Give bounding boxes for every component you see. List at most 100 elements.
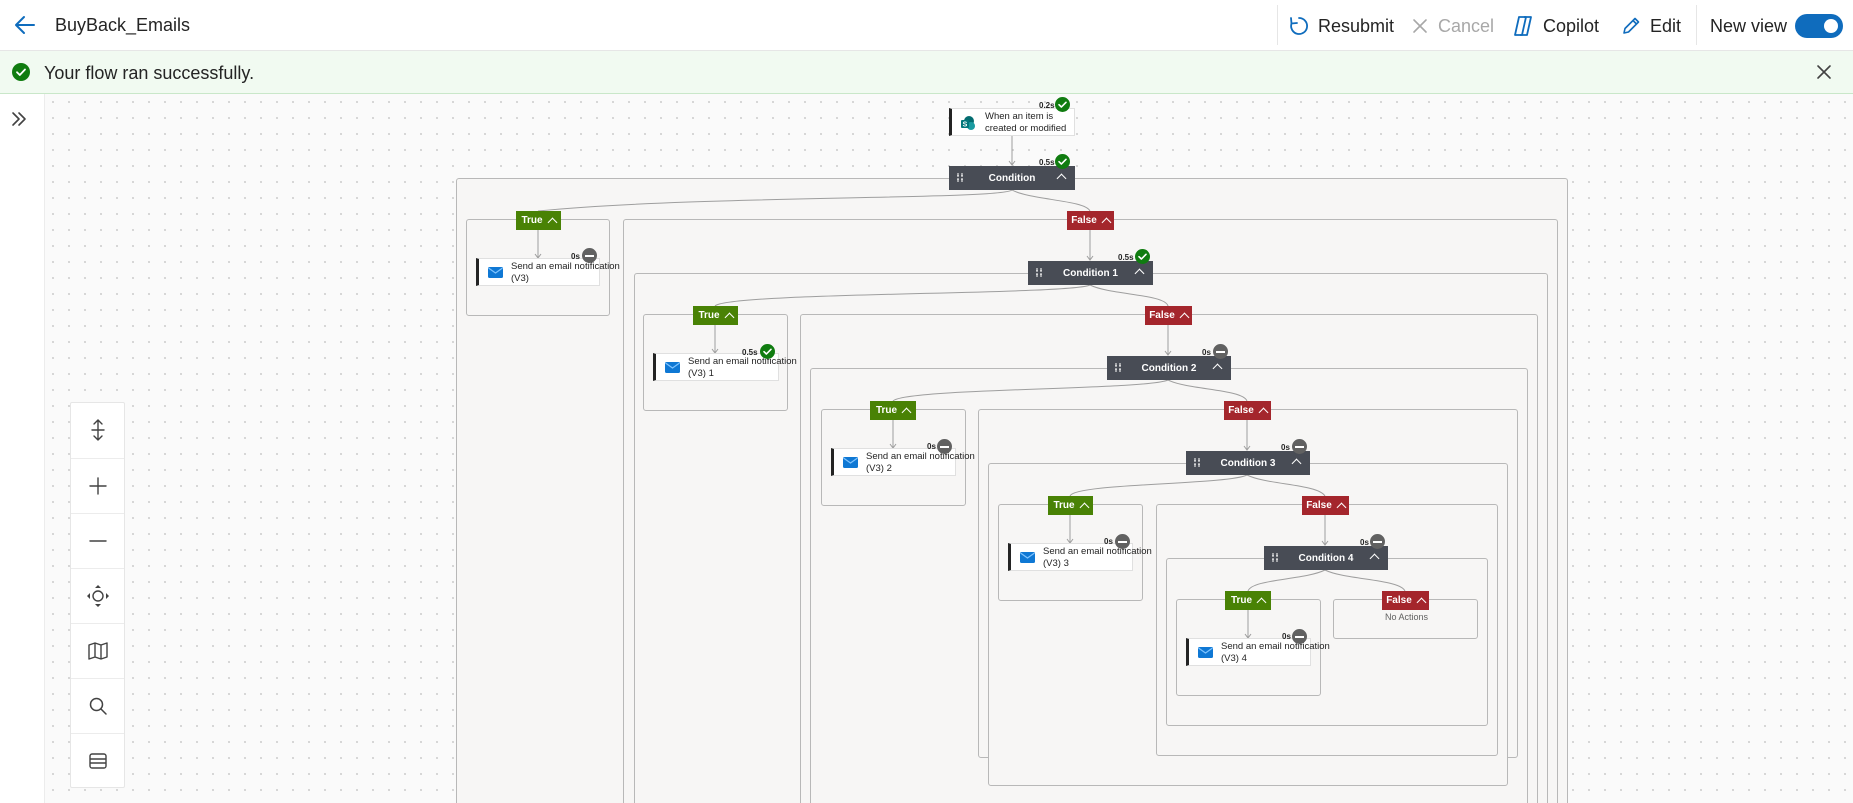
sharepoint-icon: S	[961, 116, 975, 130]
skipped-icon	[1115, 534, 1130, 549]
branch-false-label[interactable]: False	[1145, 306, 1192, 325]
cancel-button[interactable]: Cancel	[1410, 13, 1494, 39]
toolbar-divider	[1277, 5, 1278, 45]
trigger-label: When an item is created or modified	[985, 111, 1067, 134]
minimap-icon	[87, 642, 108, 660]
condition-2-duration: 0s	[1202, 348, 1211, 357]
succeeded-check-icon	[1055, 97, 1070, 112]
collapse-caret-icon	[1416, 597, 1427, 607]
collapse-caret-icon	[1256, 597, 1267, 607]
layers-icon	[88, 753, 107, 769]
branch-false-label[interactable]: False	[1067, 211, 1114, 230]
branch-false-text: False	[1071, 215, 1097, 226]
succeeded-check-icon	[1135, 249, 1150, 264]
toolbar-divider	[1696, 5, 1697, 45]
collapse-caret-icon	[901, 407, 912, 417]
outlook-mail-icon	[665, 362, 680, 373]
resubmit-icon	[1290, 17, 1308, 35]
branch-true-label[interactable]: True	[516, 211, 561, 230]
skipped-icon	[1292, 629, 1307, 644]
collapse-caret-icon	[1179, 312, 1190, 322]
email-action-card[interactable]: Send an email notification (V3) 3	[1008, 543, 1152, 571]
collapse-caret-icon	[1336, 502, 1347, 512]
collapse-caret-icon	[724, 312, 735, 322]
skipped-icon	[582, 248, 597, 263]
email-action-label: Send an email notification (V3) 4	[1221, 641, 1330, 664]
copilot-icon	[1514, 16, 1532, 36]
condition-1-block[interactable]: Condition 1	[1028, 261, 1153, 285]
layers-button[interactable]	[71, 733, 124, 788]
minimap-button[interactable]	[71, 623, 124, 678]
condition-2-block[interactable]: Condition 2	[1107, 356, 1231, 380]
top-bar: BuyBack_Emails Resubmit Cancel Copilot E…	[0, 0, 1853, 51]
branch-true-label[interactable]: True	[870, 401, 916, 420]
succeeded-check-icon	[1055, 154, 1070, 169]
condition-3-block[interactable]: Condition 3	[1186, 451, 1310, 475]
fit-view-icon	[86, 585, 109, 607]
toggle-knob	[1824, 19, 1838, 33]
fit-height-button[interactable]	[71, 403, 124, 457]
pencil-icon	[1623, 17, 1640, 34]
succeeded-check-icon	[760, 344, 775, 359]
side-panel	[0, 94, 45, 803]
email-action-card[interactable]: Send an email notification (V3) 4	[1186, 638, 1330, 666]
action-duration: 0s	[571, 252, 580, 261]
condition-4-block[interactable]: Condition 4	[1264, 546, 1388, 570]
outlook-mail-icon	[843, 457, 858, 468]
email-action-label: Send an email notification (V3) 2	[866, 451, 975, 474]
fit-view-button[interactable]	[71, 568, 124, 623]
fit-height-icon	[90, 419, 105, 441]
edit-label: Edit	[1650, 15, 1682, 36]
branch-false-label[interactable]: False	[1302, 496, 1349, 515]
banner-message: Your flow ran successfully.	[44, 63, 255, 83]
back-button[interactable]	[12, 12, 38, 38]
new-view-toggle[interactable]	[1795, 14, 1843, 38]
condition-4-duration: 0s	[1360, 538, 1369, 547]
action-duration: 0s	[927, 442, 936, 451]
branch-false-label[interactable]: False	[1382, 591, 1429, 610]
search-icon	[89, 697, 107, 715]
email-action-label: Send an email notification (V3)	[511, 261, 620, 284]
email-action-card[interactable]: Send an email notification (V3) 2	[831, 448, 975, 476]
outlook-mail-icon	[1020, 552, 1035, 563]
copilot-button[interactable]: Copilot	[1511, 13, 1599, 39]
zoom-in-button[interactable]	[71, 458, 124, 513]
skipped-icon	[1370, 534, 1385, 549]
branch-true-text: True	[875, 405, 898, 416]
zoom-out-button[interactable]	[71, 513, 124, 568]
collapse-caret-icon	[1258, 407, 1269, 417]
no-actions-text: No Actions	[1385, 612, 1429, 622]
flow-canvas[interactable]: S When an item is created or modified 0.…	[45, 94, 1853, 803]
svg-text:S: S	[963, 122, 968, 129]
action-duration: 0s	[1282, 632, 1291, 641]
branch-true-label[interactable]: True	[1048, 496, 1093, 515]
condition-1-duration: 0.5s	[1118, 253, 1134, 262]
search-button[interactable]	[71, 678, 124, 733]
collapse-caret-icon	[1101, 217, 1112, 227]
close-banner-icon[interactable]	[1816, 64, 1832, 80]
canvas-controls	[70, 402, 125, 788]
zoom-out-icon	[88, 540, 107, 542]
condition-block[interactable]: Condition	[949, 166, 1075, 190]
email-action-label: Send an email notification (V3) 1	[688, 356, 797, 379]
trigger-duration: 0.2s	[1039, 101, 1055, 110]
resubmit-label: Resubmit	[1318, 15, 1395, 36]
branch-false-text: False	[1149, 310, 1175, 321]
flow-title: BuyBack_Emails	[55, 15, 191, 35]
branch-true-label[interactable]: True	[1225, 591, 1271, 610]
condition-duration: 0.5s	[1039, 158, 1055, 167]
email-action-card[interactable]: Send an email notification (V3)	[476, 258, 620, 286]
outlook-mail-icon	[488, 267, 503, 278]
branch-true-text: True	[1053, 500, 1075, 511]
skipped-icon	[1213, 344, 1228, 359]
action-duration: 0s	[1104, 537, 1113, 546]
dismiss-icon	[1413, 19, 1427, 33]
branch-false-text: False	[1228, 405, 1254, 416]
branch-false-label[interactable]: False	[1224, 401, 1271, 420]
resubmit-button[interactable]: Resubmit	[1288, 13, 1394, 39]
new-view-label: New view	[1710, 15, 1788, 36]
expand-panel-icon[interactable]	[10, 110, 28, 128]
trigger-card[interactable]: S When an item is created or modified	[949, 108, 1075, 136]
branch-true-label[interactable]: True	[693, 306, 738, 325]
edit-button[interactable]: Edit	[1620, 13, 1681, 39]
